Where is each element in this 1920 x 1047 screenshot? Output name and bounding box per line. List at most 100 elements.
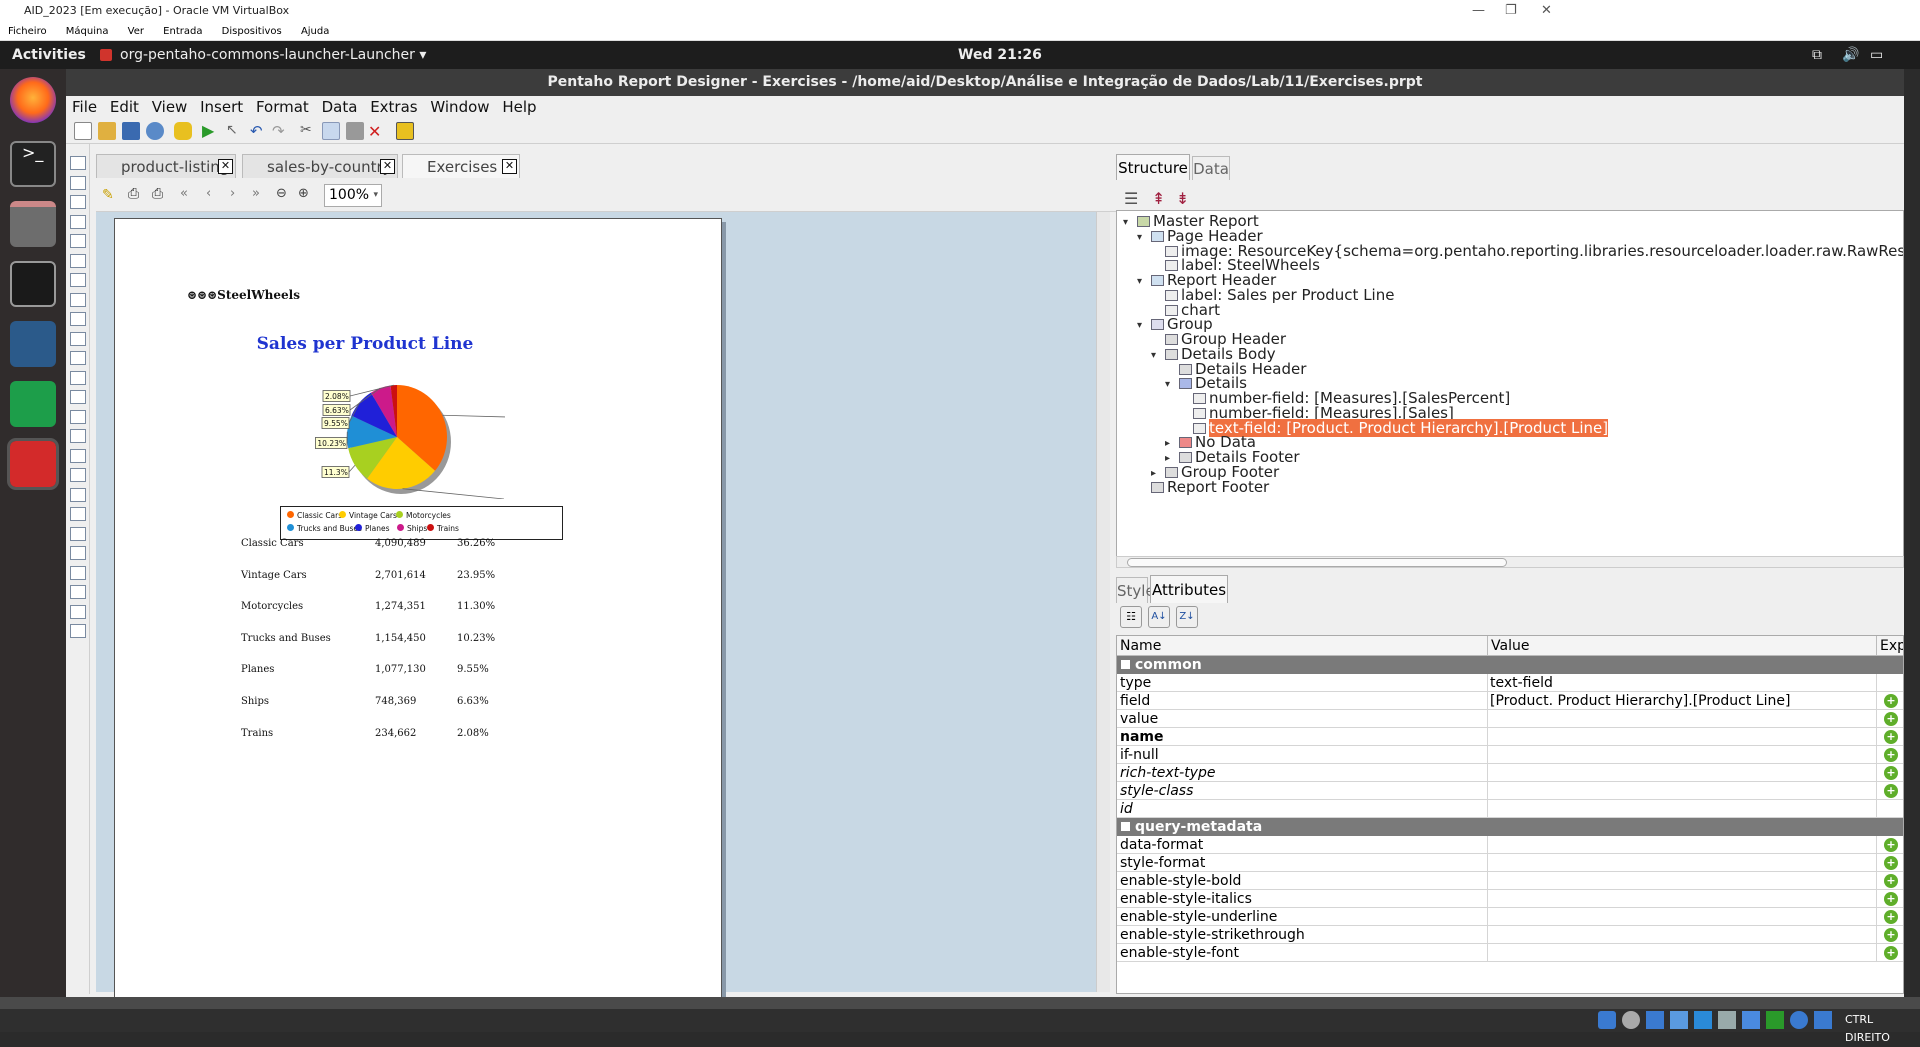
move-up-icon[interactable]: ⇞ bbox=[1152, 189, 1165, 208]
survey-scale-icon[interactable] bbox=[70, 429, 86, 443]
tree-view-icon[interactable]: ☰ bbox=[1124, 189, 1138, 208]
close-tab-icon[interactable]: ✕ bbox=[218, 159, 233, 174]
resource-message-icon[interactable] bbox=[70, 293, 86, 307]
rectangle-icon[interactable] bbox=[70, 371, 86, 385]
attribute-section[interactable]: common bbox=[1117, 656, 1903, 674]
attribute-value[interactable]: [Product. Product Hierarchy].[Product Li… bbox=[1490, 692, 1790, 710]
add-expression-icon[interactable]: + bbox=[1884, 910, 1898, 924]
tab-data[interactable]: Data bbox=[1192, 156, 1230, 180]
simple-barcodes-icon[interactable] bbox=[70, 468, 86, 482]
pie-sparkline-icon[interactable] bbox=[70, 527, 86, 541]
edit-pencil-icon[interactable]: ✎ bbox=[102, 187, 114, 203]
tab-structure[interactable]: Structure bbox=[1116, 154, 1190, 180]
print-icon[interactable]: ⎙ bbox=[152, 186, 163, 202]
table-of-contents-icon[interactable] bbox=[70, 585, 86, 599]
tab-product-listing[interactable]: product-listing✕ bbox=[96, 154, 236, 178]
zoom-in-icon[interactable]: ⊕ bbox=[298, 186, 309, 201]
expanded-toggle-icon[interactable]: ▾ bbox=[1123, 214, 1128, 232]
cut-icon[interactable]: ✂ bbox=[300, 122, 318, 140]
print-setup-icon[interactable]: ⎙ bbox=[128, 186, 139, 202]
menu-file[interactable]: File bbox=[72, 98, 97, 116]
usb-icon[interactable] bbox=[1694, 1011, 1712, 1029]
group-view-icon[interactable]: ☷ bbox=[1120, 606, 1142, 628]
line-sparkline-icon[interactable] bbox=[70, 507, 86, 521]
add-expression-icon[interactable]: + bbox=[1884, 784, 1898, 798]
tab-attributes[interactable]: Attributes bbox=[1150, 575, 1228, 603]
network-adapter-icon[interactable] bbox=[1670, 1011, 1688, 1029]
zoom-out-icon[interactable]: ⊖ bbox=[276, 186, 287, 201]
menu-window[interactable]: Window bbox=[430, 98, 489, 116]
guest-hscrollbar[interactable] bbox=[0, 997, 1920, 1009]
close-tab-icon[interactable]: ✕ bbox=[380, 159, 395, 174]
paste-icon[interactable] bbox=[346, 122, 364, 140]
add-expression-icon[interactable]: + bbox=[1884, 856, 1898, 870]
run-icon[interactable]: ▶ bbox=[202, 122, 220, 140]
vertical-line-icon[interactable] bbox=[70, 410, 86, 424]
zoom-select[interactable]: 100%▾ bbox=[324, 184, 382, 207]
sort-asc-icon[interactable]: A↓ bbox=[1148, 606, 1170, 628]
copy-icon[interactable] bbox=[322, 122, 340, 140]
mysql-workbench-icon[interactable] bbox=[10, 321, 56, 367]
first-page-icon[interactable]: « bbox=[180, 186, 188, 201]
publish-icon[interactable] bbox=[146, 122, 164, 140]
menu-edit[interactable]: Edit bbox=[110, 98, 139, 116]
vbox-menu-maquina[interactable]: Máquina bbox=[66, 26, 109, 37]
vbox-menu-ver[interactable]: Ver bbox=[128, 26, 144, 37]
tab-sales-by-country[interactable]: sales-by-country✕ bbox=[242, 154, 398, 178]
add-expression-icon[interactable]: + bbox=[1884, 766, 1898, 780]
hdd-icon[interactable] bbox=[1598, 1011, 1616, 1029]
app-menu[interactable]: org-pentaho-commons-launcher-Launcher ▾ bbox=[120, 41, 426, 69]
tree-vscroll[interactable] bbox=[1911, 210, 1920, 560]
vbox-menu-entrada[interactable]: Entrada bbox=[163, 26, 202, 37]
field-selector-icon[interactable] bbox=[396, 122, 414, 140]
menu-format[interactable]: Format bbox=[256, 98, 309, 116]
network-icon[interactable]: ⧉ bbox=[1812, 41, 1822, 69]
add-expression-icon[interactable]: + bbox=[1884, 892, 1898, 906]
menu-data[interactable]: Data bbox=[322, 98, 358, 116]
chart-icon[interactable] bbox=[70, 449, 86, 463]
datasource-icon[interactable] bbox=[174, 122, 192, 140]
expanded-toggle-icon[interactable]: ▾ bbox=[1151, 347, 1156, 365]
index-icon[interactable] bbox=[70, 605, 86, 619]
battery-icon[interactable]: ▭ bbox=[1870, 41, 1883, 69]
shared-folder-icon[interactable] bbox=[1718, 1011, 1736, 1029]
last-page-icon[interactable]: » bbox=[252, 186, 260, 201]
tree-node[interactable]: Report Footer bbox=[1151, 478, 1269, 496]
expanded-toggle-icon[interactable]: ▾ bbox=[1137, 273, 1142, 291]
sub-report-icon[interactable] bbox=[70, 566, 86, 580]
col-value[interactable]: Value bbox=[1491, 636, 1529, 656]
expanded-toggle-icon[interactable]: ▾ bbox=[1165, 376, 1170, 394]
bar-sparkline-icon[interactable] bbox=[70, 488, 86, 502]
redo-icon[interactable]: ↷ bbox=[272, 122, 290, 140]
clock[interactable]: Wed 21:26 bbox=[958, 41, 1042, 69]
tab-exercises[interactable]: Exercises✕ bbox=[402, 154, 520, 178]
recording-icon[interactable] bbox=[1766, 1011, 1784, 1029]
optical-icon[interactable] bbox=[1622, 1011, 1640, 1029]
mouse-integration-icon[interactable] bbox=[1790, 1011, 1808, 1029]
add-expression-icon[interactable]: + bbox=[1884, 748, 1898, 762]
add-expression-icon[interactable]: + bbox=[1884, 874, 1898, 888]
label-icon[interactable] bbox=[70, 156, 86, 170]
vbox-menu-ficheiro[interactable]: Ficheiro bbox=[8, 26, 47, 37]
restore-icon[interactable]: ❐ bbox=[1505, 0, 1517, 22]
number-field-icon[interactable] bbox=[70, 195, 86, 209]
select-icon[interactable]: ↖ bbox=[226, 122, 244, 140]
attribute-section[interactable]: query-metadata bbox=[1117, 818, 1903, 836]
new-file-icon[interactable] bbox=[74, 122, 92, 140]
expanded-toggle-icon[interactable]: ▾ bbox=[1137, 229, 1142, 247]
add-expression-icon[interactable]: + bbox=[1884, 928, 1898, 942]
report-page-icon[interactable] bbox=[70, 624, 86, 638]
add-expression-icon[interactable]: + bbox=[1884, 730, 1898, 744]
prev-page-icon[interactable]: ‹ bbox=[206, 186, 211, 201]
message-field-icon[interactable] bbox=[70, 234, 86, 248]
menu-insert[interactable]: Insert bbox=[200, 98, 243, 116]
files-icon[interactable] bbox=[10, 201, 56, 247]
audio-icon[interactable] bbox=[1646, 1011, 1664, 1029]
minimize-icon[interactable]: — bbox=[1472, 0, 1485, 22]
date-field-icon[interactable] bbox=[70, 215, 86, 229]
undo-icon[interactable]: ↶ bbox=[250, 122, 268, 140]
image-icon[interactable] bbox=[70, 332, 86, 346]
firefox-icon[interactable] bbox=[10, 77, 56, 123]
activities-button[interactable]: Activities bbox=[12, 41, 86, 69]
preview-scrollbar[interactable] bbox=[1096, 212, 1110, 992]
